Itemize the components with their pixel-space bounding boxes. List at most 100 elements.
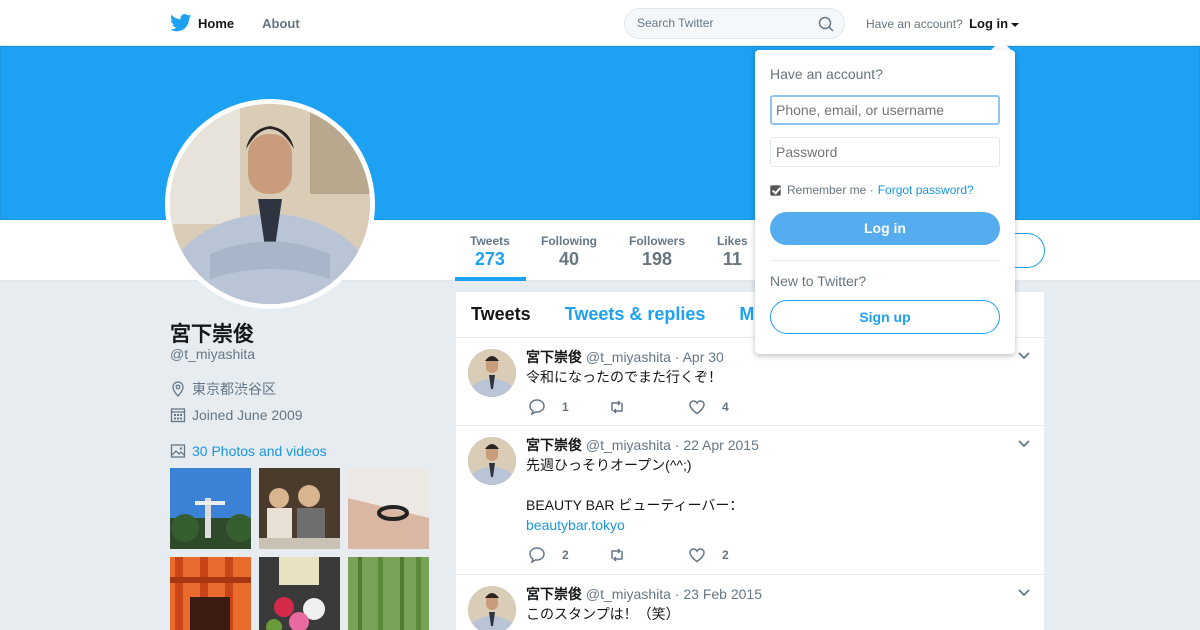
like-action[interactable]: 2 [688,546,729,564]
reply-action[interactable]: 2 [528,546,569,564]
photo-thumbnail[interactable] [170,468,251,549]
tweet-author-name[interactable]: 宮下崇俊 [526,437,582,453]
chevron-down-icon[interactable] [1018,440,1030,448]
active-stat-underline [455,277,526,281]
tweet-date[interactable]: · 22 Apr 2015 [675,437,759,453]
photo-thumbnail[interactable] [259,468,340,549]
tab-tweets[interactable]: Tweets [471,304,531,325]
tweet[interactable]: 宮下崇俊 @t_miyashita · 22 Apr 2015 先週ひっそりオー… [456,426,1044,575]
search-icon[interactable] [818,16,834,32]
tweet-link[interactable]: beautybar.tokyo [526,515,625,535]
tweet-author-name[interactable]: 宮下崇俊 [526,349,582,365]
location-text: 東京都渋谷区 [192,381,276,397]
retweet-icon [611,400,623,414]
heart-icon [689,400,705,415]
stat-label: Followers [629,234,686,248]
dropdown-arrow [991,40,1011,50]
search-placeholder: Search Twitter [637,16,714,30]
photos-and-videos-link[interactable]: 30 Photos and videos [170,443,327,459]
signup-button[interactable]: Sign up [770,300,1000,334]
profile-joined: Joined June 2009 [170,407,303,423]
tweet-text-line-2: BEAUTY BAR ビューティーバー： [526,497,744,513]
reply-action[interactable]: 1 [528,398,569,416]
photos-link-text: 30 Photos and videos [192,443,327,459]
tweet-avatar[interactable] [468,586,516,630]
stat-value: 198 [641,249,673,269]
like-count: 4 [722,400,729,414]
tweet-author-name[interactable]: 宮下崇俊 [526,586,582,602]
photo-thumbnail[interactable] [348,468,429,549]
have-account-area: Have an account? Log in [866,16,1020,31]
forgot-password-link[interactable]: Forgot password? [878,183,974,197]
about-link[interactable]: About [262,0,300,46]
tweet-author-handle[interactable]: @t_miyashita [586,349,671,365]
profile-avatar[interactable] [165,99,375,309]
reply-count: 2 [562,548,569,562]
login-button[interactable]: Log in [770,212,1000,245]
reply-icon [529,547,545,564]
location-pin-icon [172,381,184,397]
remember-me-label[interactable]: Remember me · [787,183,874,197]
dropdown-title: Have an account? [770,66,883,82]
username-input[interactable] [770,95,1000,125]
stat-likes[interactable]: Likes 11 [717,234,748,270]
tweet-date[interactable]: · Apr 30 [675,349,724,365]
stat-value: 11 [722,249,742,269]
stat-value: 40 [558,249,580,269]
photo-thumbnail[interactable] [259,557,340,630]
home-link[interactable]: Home [198,0,234,46]
tweet-header: 宮下崇俊 @t_miyashita · 22 Apr 2015 [526,435,759,455]
tweet-avatar[interactable] [468,349,516,397]
have-account-text: Have an account? [866,17,963,31]
photo-icon [170,444,186,458]
reply-count: 1 [562,400,569,414]
reply-icon [529,399,545,416]
login-dropdown: Have an account? Remember me · Forgot pa… [755,50,1015,354]
avatar-image [170,104,370,304]
remember-me-checkbox[interactable] [770,184,781,196]
tab-tweets-and-replies[interactable]: Tweets & replies [565,304,706,325]
nav-left: Home About [170,0,328,46]
new-to-twitter-text: New to Twitter? [770,273,867,289]
like-action[interactable]: 4 [688,398,729,416]
retweet-action[interactable] [608,398,642,416]
tweet-author-handle[interactable]: @t_miyashita [586,586,671,602]
tab-media[interactable]: M [739,304,754,325]
profile-name[interactable]: 宮下崇俊 [170,318,254,348]
divider [770,260,1000,261]
stat-label: Following [541,234,597,248]
profile-handle[interactable]: @t_miyashita [170,346,255,362]
heart-icon [689,548,705,563]
profile-location: 東京都渋谷区 [170,379,276,399]
stat-tweets[interactable]: Tweets 273 [470,234,510,270]
stat-value: 273 [474,249,505,269]
tweet[interactable]: 宮下崇俊 @t_miyashita · 23 Feb 2015 このスタンプは！… [456,575,1044,630]
tweet-avatar[interactable] [468,437,516,485]
search-input[interactable]: Search Twitter [624,8,845,39]
caret-down-icon[interactable] [1011,22,1020,27]
tweet-author-handle[interactable]: @t_miyashita [586,437,671,453]
twitter-bird-icon[interactable] [170,14,192,32]
tweet-text-line-1: 先週ひっそりオープン(^^;) [526,457,692,473]
retweet-action[interactable] [608,546,642,564]
calendar-icon [170,408,186,423]
tweet-date[interactable]: · 23 Feb 2015 [675,586,762,602]
tweet-text: 令和になったのでまた行くぞ！ [526,369,722,385]
tweet-header: 宮下崇俊 @t_miyashita · 23 Feb 2015 [526,584,762,604]
stat-label: Tweets [470,234,510,248]
photo-thumbnail[interactable] [170,557,251,630]
top-navigation-bar: Home About Search Twitter Have an accoun… [0,0,1200,46]
password-input[interactable] [770,137,1000,167]
chevron-down-icon[interactable] [1018,589,1030,597]
tweet-text: このスタンプは！（笑） [526,606,680,622]
like-count: 2 [722,548,729,562]
login-dropdown-toggle[interactable]: Log in [969,16,1008,31]
photo-thumbnail[interactable] [348,557,429,630]
remember-me-row: Remember me · Forgot password? [770,183,974,197]
stat-label: Likes [717,234,748,248]
chevron-down-icon[interactable] [1018,352,1030,360]
stat-following[interactable]: Following 40 [541,234,597,270]
retweet-icon [611,548,623,562]
joined-text: Joined June 2009 [192,407,303,423]
stat-followers[interactable]: Followers 198 [629,234,685,270]
